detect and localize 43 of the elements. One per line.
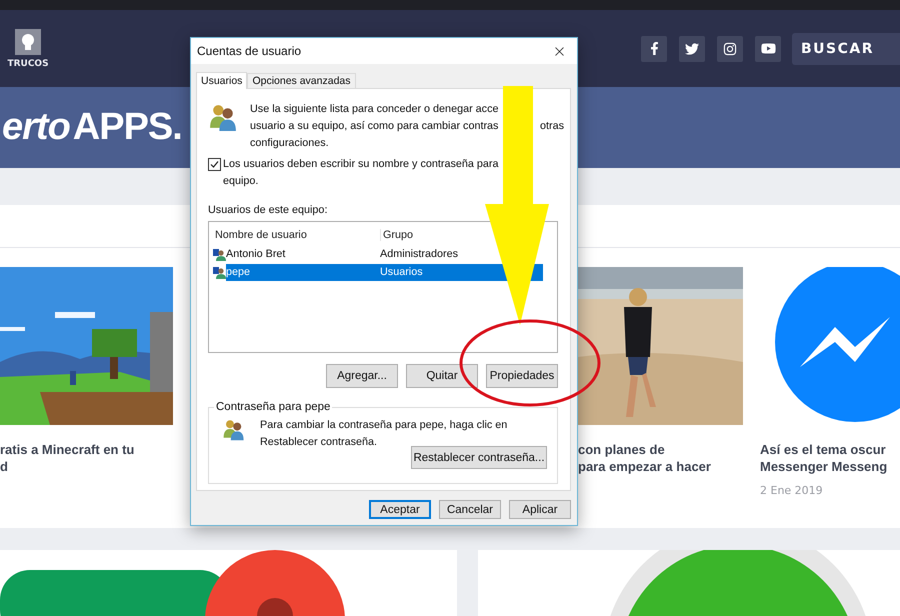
site-logo: ertoAPPS. — [2, 106, 182, 149]
window-title: Cuentas de usuario — [197, 44, 302, 58]
article-title[interactable]: con planes de para empezar a hacer — [578, 441, 743, 475]
article-title[interactable]: Así es el tema oscur Messenger Messeng — [760, 441, 900, 475]
tab[interactable]: Usuarios — [196, 72, 248, 89]
column-header[interactable]: Nombre de usuario — [213, 229, 381, 241]
twitter-button[interactable] — [679, 36, 705, 62]
checkbox-label: equipo. — [223, 174, 260, 189]
group-text: Restablecer contraseña. — [260, 435, 378, 450]
user-icon — [213, 248, 226, 260]
user-icon — [213, 266, 226, 278]
group-legend: Contraseña para pepe — [214, 401, 332, 413]
dialog-button[interactable]: Cancelar — [439, 500, 501, 519]
action-button[interactable]: Propiedades — [486, 364, 558, 388]
list-label: Usuarios de este equipo: — [208, 204, 328, 216]
user-row[interactable]: pepe Usuarios — [226, 264, 543, 280]
dialog-button[interactable]: Aplicar — [509, 500, 571, 519]
youtube-button[interactable] — [755, 36, 781, 62]
instagram-button[interactable] — [717, 36, 743, 62]
dialog-button[interactable]: Aceptar — [369, 500, 431, 519]
article-title[interactable]: ratis a Minecraft en tu d — [0, 441, 173, 475]
user-icon — [222, 417, 246, 441]
youtube-icon — [760, 41, 776, 56]
action-button[interactable]: Agregar... — [326, 364, 398, 388]
nav-label: TRUCOS — [7, 58, 49, 68]
tab[interactable]: Opciones avanzadas — [247, 73, 356, 88]
checkbox-label: Los usuarios deben escribir su nombre y contraseña para — [223, 157, 498, 172]
group-text: Para cambiar la contraseña para pepe, haga clic en — [260, 418, 508, 433]
intro-text: otras — [540, 119, 564, 134]
lightbulb-icon — [15, 28, 41, 54]
column-header[interactable]: Grupo — [381, 229, 414, 241]
instagram-icon — [723, 42, 737, 56]
checkbox[interactable] — [208, 158, 221, 171]
intro-text: configuraciones. — [250, 136, 330, 151]
facebook-button[interactable] — [641, 36, 667, 62]
search-field[interactable]: BUSCAR — [792, 32, 900, 64]
action-button[interactable]: Quitar — [406, 364, 478, 388]
reset-password-button[interactable]: Restablecer contraseña... — [411, 446, 547, 469]
article-date: 2 Ene 2019 — [760, 484, 824, 497]
intro-text: Use la siguiente lista para conceder o denegar acce — [250, 102, 498, 117]
intro-text: usuario a su equipo, así como para cambiar contras — [250, 119, 498, 134]
user-row[interactable]: Antonio Bret Administradores — [226, 246, 543, 262]
twitter-icon — [685, 42, 699, 56]
